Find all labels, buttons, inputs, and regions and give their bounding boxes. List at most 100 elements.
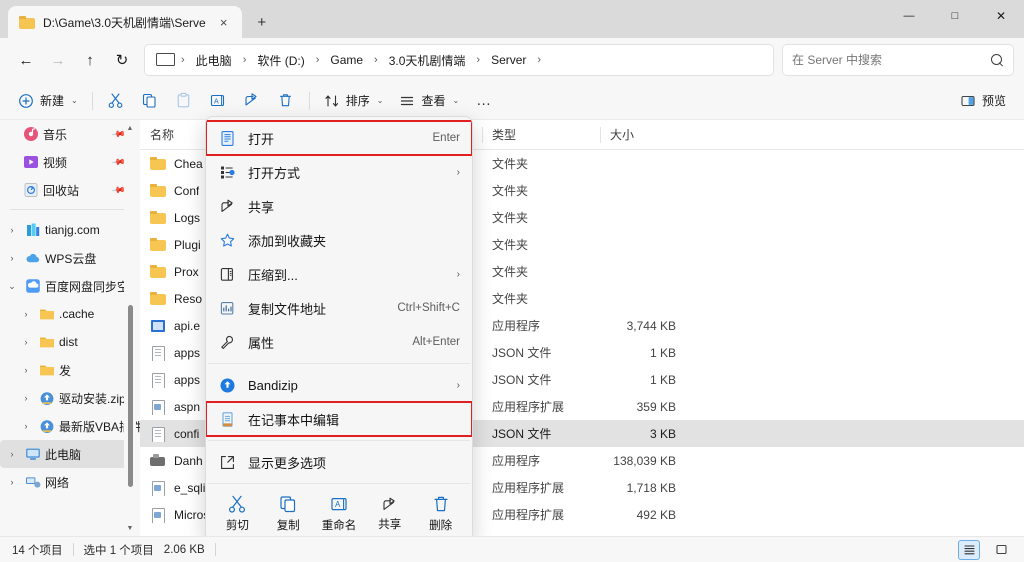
menu-item-压缩到...[interactable]: 压缩到...›	[206, 257, 472, 291]
scroll-down-icon[interactable]: ▼	[124, 522, 136, 534]
breadcrumb-item-1[interactable]: 软件 (D:)	[250, 49, 311, 72]
minimize-button[interactable]: —	[886, 0, 932, 32]
sidebar-item-最新版VBA插件[interactable]: ›最新版VBA插件	[0, 412, 140, 440]
cut-icon	[227, 494, 247, 514]
chevron-right-icon[interactable]: ›	[4, 222, 20, 238]
delete-button[interactable]	[269, 87, 303, 115]
tiles-view-button[interactable]	[990, 540, 1012, 560]
paste-button[interactable]	[167, 87, 201, 115]
menu-item-显示更多选项[interactable]: 显示更多选项	[206, 445, 472, 479]
address-bar[interactable]: › 此电脑 › 软件 (D:) › Game › 3.0天机剧情端 › Serv…	[144, 44, 774, 76]
view-button-label: 查看	[421, 92, 445, 109]
menu-item-属性[interactable]: 属性Alt+Enter	[206, 325, 472, 359]
breadcrumb-item-4[interactable]: Server	[484, 50, 533, 70]
delete-icon	[277, 92, 294, 109]
notepad-icon	[218, 410, 236, 428]
new-button[interactable]: 新建 ⌄	[10, 87, 86, 115]
sidebar-item-WPS云盘[interactable]: ›WPS云盘	[0, 244, 140, 272]
chevron-down-icon[interactable]: ⌄	[4, 278, 20, 294]
file-name-label: Reso	[174, 292, 202, 306]
maximize-button[interactable]: □	[932, 0, 978, 32]
file-type-cell: 应用程序	[482, 317, 600, 334]
new-tab-button[interactable]: +	[248, 8, 276, 36]
breadcrumb-item-3[interactable]: 3.0天机剧情端	[382, 49, 473, 72]
copy-button[interactable]	[133, 87, 167, 115]
chevron-right-icon[interactable]: ›	[18, 334, 34, 350]
search-input[interactable]	[792, 53, 991, 67]
search-box[interactable]	[782, 44, 1014, 76]
menu-item-添加到收藏夹[interactable]: 添加到收藏夹	[206, 223, 472, 257]
sort-button[interactable]: 排序 ⌄	[316, 87, 392, 115]
chevron-right-icon[interactable]: ›	[18, 306, 34, 322]
menu-item-复制文件地址[interactable]: 复制文件地址Ctrl+Shift+C	[206, 291, 472, 325]
up-button[interactable]: ↑	[74, 44, 106, 76]
sidebar-item-dist[interactable]: ›dist	[0, 328, 140, 356]
menu-item-打开[interactable]: 打开Enter	[206, 121, 472, 155]
sort-icon	[324, 93, 340, 109]
rename-button[interactable]: A	[201, 87, 235, 115]
doc-icon	[150, 345, 166, 361]
nav-divider	[10, 209, 126, 210]
view-button[interactable]: 查看 ⌄	[391, 87, 467, 115]
menu-item-label: 显示更多选项	[248, 453, 460, 472]
menu-item-Bandizip[interactable]: Bandizip›	[206, 368, 472, 402]
menu-item-打开方式[interactable]: 打开方式›	[206, 155, 472, 189]
video-icon	[22, 154, 39, 170]
computer-icon	[24, 446, 41, 462]
sidebar-item-tianjg.com[interactable]: ›tianjg.com	[0, 216, 140, 244]
more-options-button[interactable]: …	[467, 87, 501, 115]
breadcrumb-separator: ›	[314, 54, 322, 66]
action-共享[interactable]: 共享	[366, 496, 414, 532]
tab-active[interactable]: D:\Game\3.0天机剧情端\Serve ×	[8, 6, 242, 38]
sidebar-item-回收站[interactable]: 回收站📌	[0, 176, 140, 204]
sidebar-scrollbar[interactable]: ▲ ▼	[124, 120, 136, 536]
refresh-button[interactable]: ↻	[106, 44, 138, 76]
action-重命名[interactable]: A重命名	[315, 494, 363, 533]
menu-divider	[208, 440, 470, 441]
action-剪切[interactable]: 剪切	[213, 494, 261, 533]
sidebar-item-此电脑[interactable]: ›此电脑	[0, 440, 128, 468]
computer-icon	[156, 53, 173, 68]
action-删除[interactable]: 删除	[417, 494, 465, 533]
scrollbar-thumb[interactable]	[128, 305, 133, 487]
scroll-up-icon[interactable]: ▲	[124, 122, 136, 134]
menu-item-在记事本中编辑[interactable]: 在记事本中编辑	[206, 402, 472, 436]
sidebar-item-.cache[interactable]: ›.cache	[0, 300, 140, 328]
compress-icon	[218, 265, 236, 283]
sidebar-item-发[interactable]: ›发	[0, 356, 140, 384]
sidebar-item-视频[interactable]: 视频📌	[0, 148, 140, 176]
action-复制[interactable]: 复制	[264, 494, 312, 533]
sidebar-item-驱动安装.zip[interactable]: ›驱动安装.zip	[0, 384, 140, 412]
breadcrumb-item-2[interactable]: Game	[323, 50, 370, 70]
file-size-cell: 3,744 KB	[600, 319, 686, 333]
menu-item-label: 打开	[248, 129, 421, 148]
back-button[interactable]: ←	[10, 44, 42, 76]
menu-item-label: 在记事本中编辑	[248, 410, 460, 429]
sidebar-item-网络[interactable]: ›网络	[0, 468, 140, 496]
close-window-button[interactable]: ✕	[978, 0, 1024, 32]
sidebar-item-音乐[interactable]: 音乐📌	[0, 120, 140, 148]
chevron-right-icon[interactable]: ›	[18, 390, 34, 406]
forward-button[interactable]: →	[42, 44, 74, 76]
file-size-cell: 1,718 KB	[600, 481, 686, 495]
doc-icon	[150, 426, 166, 442]
chevron-right-icon[interactable]: ›	[4, 446, 20, 462]
cut-button[interactable]	[99, 87, 133, 115]
menu-item-共享[interactable]: 共享	[206, 189, 472, 223]
action-label: 剪切	[226, 517, 249, 533]
close-icon[interactable]: ×	[214, 12, 234, 32]
open-file-icon	[218, 129, 236, 147]
preview-pane-button[interactable]: 预览	[952, 87, 1014, 115]
breadcrumb-item-0[interactable]: 此电脑	[189, 49, 239, 72]
share-button[interactable]	[235, 87, 269, 115]
chevron-right-icon[interactable]: ›	[18, 418, 34, 434]
breadcrumb-separator: ›	[535, 54, 543, 66]
chevron-right-icon[interactable]: ›	[4, 474, 20, 490]
svg-text:A: A	[214, 98, 219, 105]
sidebar-item-百度网盘同步空[interactable]: ⌄百度网盘同步空	[0, 272, 140, 300]
column-header-type[interactable]: 类型	[482, 120, 600, 150]
column-header-size[interactable]: 大小	[600, 120, 686, 150]
details-view-button[interactable]	[958, 540, 980, 560]
chevron-right-icon[interactable]: ›	[18, 362, 34, 378]
chevron-right-icon[interactable]: ›	[4, 250, 20, 266]
